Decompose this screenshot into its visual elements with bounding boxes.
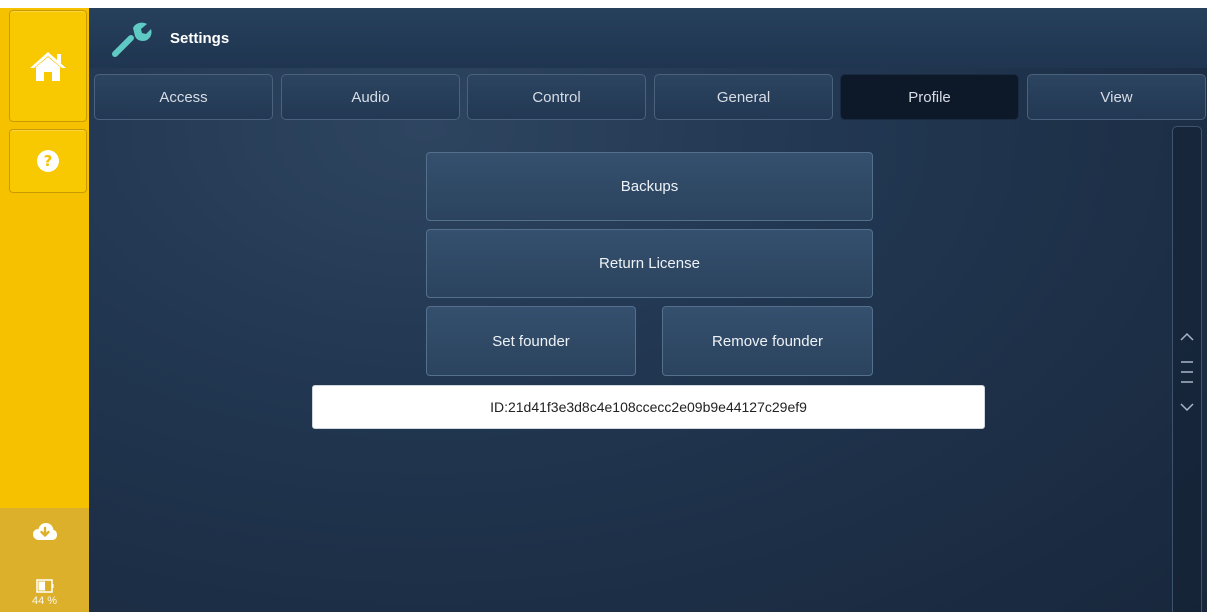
cloud-download-icon (32, 523, 57, 540)
tab-access[interactable]: Access (94, 74, 273, 120)
page-title: Settings (170, 30, 230, 47)
chevron-down-icon[interactable] (1180, 403, 1194, 412)
help-button[interactable]: ? (9, 129, 87, 193)
tab-control[interactable]: Control (467, 74, 646, 120)
backups-button[interactable]: Backups (426, 152, 873, 221)
wrench-icon (112, 22, 152, 57)
left-sidebar: ? 44 % (0, 8, 89, 612)
tab-general[interactable]: General (654, 74, 833, 120)
remove-founder-button[interactable]: Remove founder (662, 306, 873, 376)
scrollbar[interactable] (1172, 126, 1202, 612)
settings-panel: Settings Access Audio Control General Pr… (89, 8, 1207, 612)
home-button[interactable] (9, 10, 87, 122)
tab-profile[interactable]: Profile (840, 74, 1019, 120)
cloud-download-button[interactable] (0, 514, 89, 550)
tab-bar: Access Audio Control General Profile Vie… (94, 74, 1206, 122)
help-icon: ? (37, 150, 59, 172)
profile-id-field[interactable]: ID:21d41f3e3d8c4e108ccecc2e09b9e44127c29… (312, 385, 985, 429)
battery-percent: 44 % (31, 595, 58, 607)
chevron-up-icon[interactable] (1180, 332, 1194, 341)
battery-icon (35, 579, 53, 593)
tab-audio[interactable]: Audio (281, 74, 460, 120)
home-icon (30, 52, 66, 81)
set-founder-button[interactable]: Set founder (426, 306, 636, 376)
battery-indicator: 44 % (0, 576, 89, 610)
scroll-handle-icon[interactable] (1180, 359, 1194, 385)
svg-text:?: ? (44, 152, 53, 170)
app-window: ? 44 % Settings Access Audio Control Gen… (0, 0, 1207, 612)
scroll-controls (1173, 332, 1201, 412)
sidebar-status-area: 44 % (0, 508, 89, 612)
tab-view[interactable]: View (1027, 74, 1206, 120)
header-bar: Settings (89, 8, 1207, 68)
return-license-button[interactable]: Return License (426, 229, 873, 298)
